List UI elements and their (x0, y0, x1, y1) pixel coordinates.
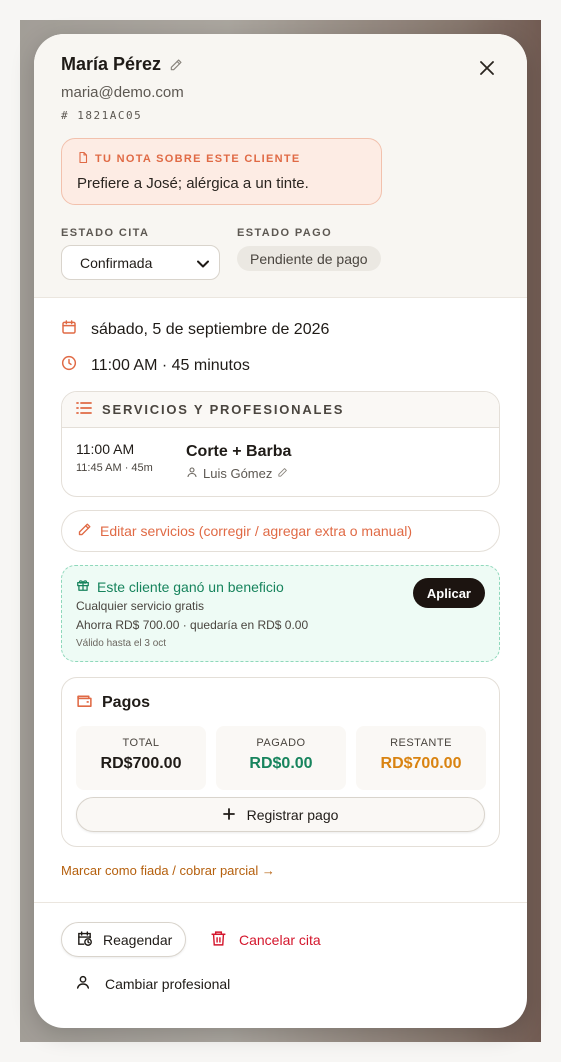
benefit-title: Este cliente ganó un beneficio (76, 578, 284, 595)
cancel-appointment-label: Cancelar cita (239, 932, 321, 948)
services-header-text: SERVICIOS Y PROFESIONALES (102, 402, 345, 417)
user-icon (186, 466, 198, 481)
remaining-value: RD$700.00 (380, 755, 462, 772)
cancel-appointment-button[interactable]: Cancelar cita (210, 930, 321, 950)
benefit-description: Cualquier servicio gratis (76, 599, 205, 613)
register-payment-button[interactable]: Registrar pago (76, 797, 485, 832)
benefit-valid-until: Válido hasta el 3 oct (76, 638, 167, 649)
total-stat: TOTAL RD$700.00 (76, 726, 206, 790)
payments-card: Pagos TOTAL RD$700.00 PAGADO RD$0.00 RES… (61, 677, 500, 847)
remaining-label: RESTANTE (390, 737, 452, 749)
list-icon (76, 401, 92, 418)
note-title: TU NOTA SOBRE ESTE CLIENTE (77, 151, 301, 167)
estado-cita-value: Confirmada (80, 254, 153, 271)
time-row: 11:00 AM · 45 minutos (61, 355, 250, 376)
appointment-modal: María Pérez maria@demo.com # 1821AC05 TU… (34, 34, 527, 1028)
paid-label: PAGADO (256, 737, 306, 749)
note-text: Prefiere a José; alérgica a un tinte. (77, 175, 309, 192)
paid-stat: PAGADO RD$0.00 (216, 726, 346, 790)
apply-benefit-button[interactable]: Aplicar (412, 578, 485, 608)
edit-professional-pencil-icon[interactable] (277, 466, 288, 481)
change-professional-label: Cambiar profesional (105, 975, 231, 992)
gift-icon (76, 578, 90, 595)
appointment-time: 11:00 AM · 45 minutos (91, 356, 250, 374)
payments-title-text: Pagos (102, 694, 151, 711)
reschedule-button[interactable]: Reagendar (61, 922, 187, 957)
clock-icon (61, 355, 77, 376)
modal-header: María Pérez maria@demo.com # 1821AC05 TU… (34, 34, 527, 298)
professional-name: Luis Gómez (203, 466, 273, 481)
payment-status-badge: Pendiente de pago (237, 246, 381, 271)
wallet-icon (76, 692, 93, 714)
document-icon (77, 151, 89, 167)
date-row: sábado, 5 de septiembre de 2026 (61, 319, 329, 340)
service-end-time: 11:45 AM · 45m (76, 462, 153, 474)
client-email: maria@demo.com (61, 84, 184, 101)
benefit-card: Este cliente ganó un beneficio Cualquier… (61, 565, 500, 662)
note-title-text: TU NOTA SOBRE ESTE CLIENTE (95, 153, 301, 165)
benefit-savings: Ahorra RD$ 700.00 · quedaría en RD$ 0.00 (76, 618, 309, 632)
total-value: RD$700.00 (100, 755, 182, 772)
plus-icon (222, 807, 235, 823)
service-start-time: 11:00 AM (76, 441, 135, 457)
mark-fiada-link[interactable]: Marcar como fiada / cobrar parcial → (61, 863, 275, 878)
user-icon (75, 974, 91, 993)
total-label: TOTAL (122, 737, 160, 749)
benefit-title-text: Este cliente ganó un beneficio (97, 578, 284, 595)
footer-divider (34, 902, 527, 903)
edit-name-pencil-icon[interactable] (169, 58, 183, 72)
trash-icon (210, 930, 227, 950)
edit-services-label: Editar servicios (corregir / agregar ext… (100, 523, 413, 539)
pencil-icon (77, 522, 92, 540)
paid-value: RD$0.00 (249, 755, 313, 772)
edit-services-button[interactable]: Editar servicios (corregir / agregar ext… (61, 510, 500, 552)
service-name: Corte + Barba (186, 443, 292, 460)
remaining-stat: RESTANTE RD$700.00 (356, 726, 486, 790)
close-icon[interactable] (477, 58, 497, 78)
client-id: # 1821AC05 (61, 109, 143, 122)
reschedule-label: Reagendar (103, 931, 173, 948)
client-name-row: María Pérez (61, 54, 183, 75)
payments-title: Pagos (76, 692, 150, 714)
change-professional-button[interactable]: Cambiar profesional (75, 974, 230, 993)
chevron-down-icon (197, 255, 209, 271)
estado-pago-label: ESTADO PAGO (237, 227, 333, 239)
register-payment-label: Registrar pago (246, 806, 339, 823)
client-note: TU NOTA SOBRE ESTE CLIENTE Prefiere a Jo… (61, 138, 382, 205)
service-professional: Luis Gómez (186, 466, 288, 481)
services-card: SERVICIOS Y PROFESIONALES 11:00 AM 11:45… (61, 391, 500, 497)
client-name: María Pérez (61, 54, 162, 74)
appointment-date: sábado, 5 de septiembre de 2026 (91, 320, 330, 338)
services-header: SERVICIOS Y PROFESIONALES (62, 392, 499, 428)
calendar-clock-icon (76, 930, 93, 950)
estado-cita-label: ESTADO CITA (61, 227, 150, 239)
calendar-icon (61, 319, 77, 340)
estado-cita-select[interactable]: Confirmada (61, 245, 220, 280)
